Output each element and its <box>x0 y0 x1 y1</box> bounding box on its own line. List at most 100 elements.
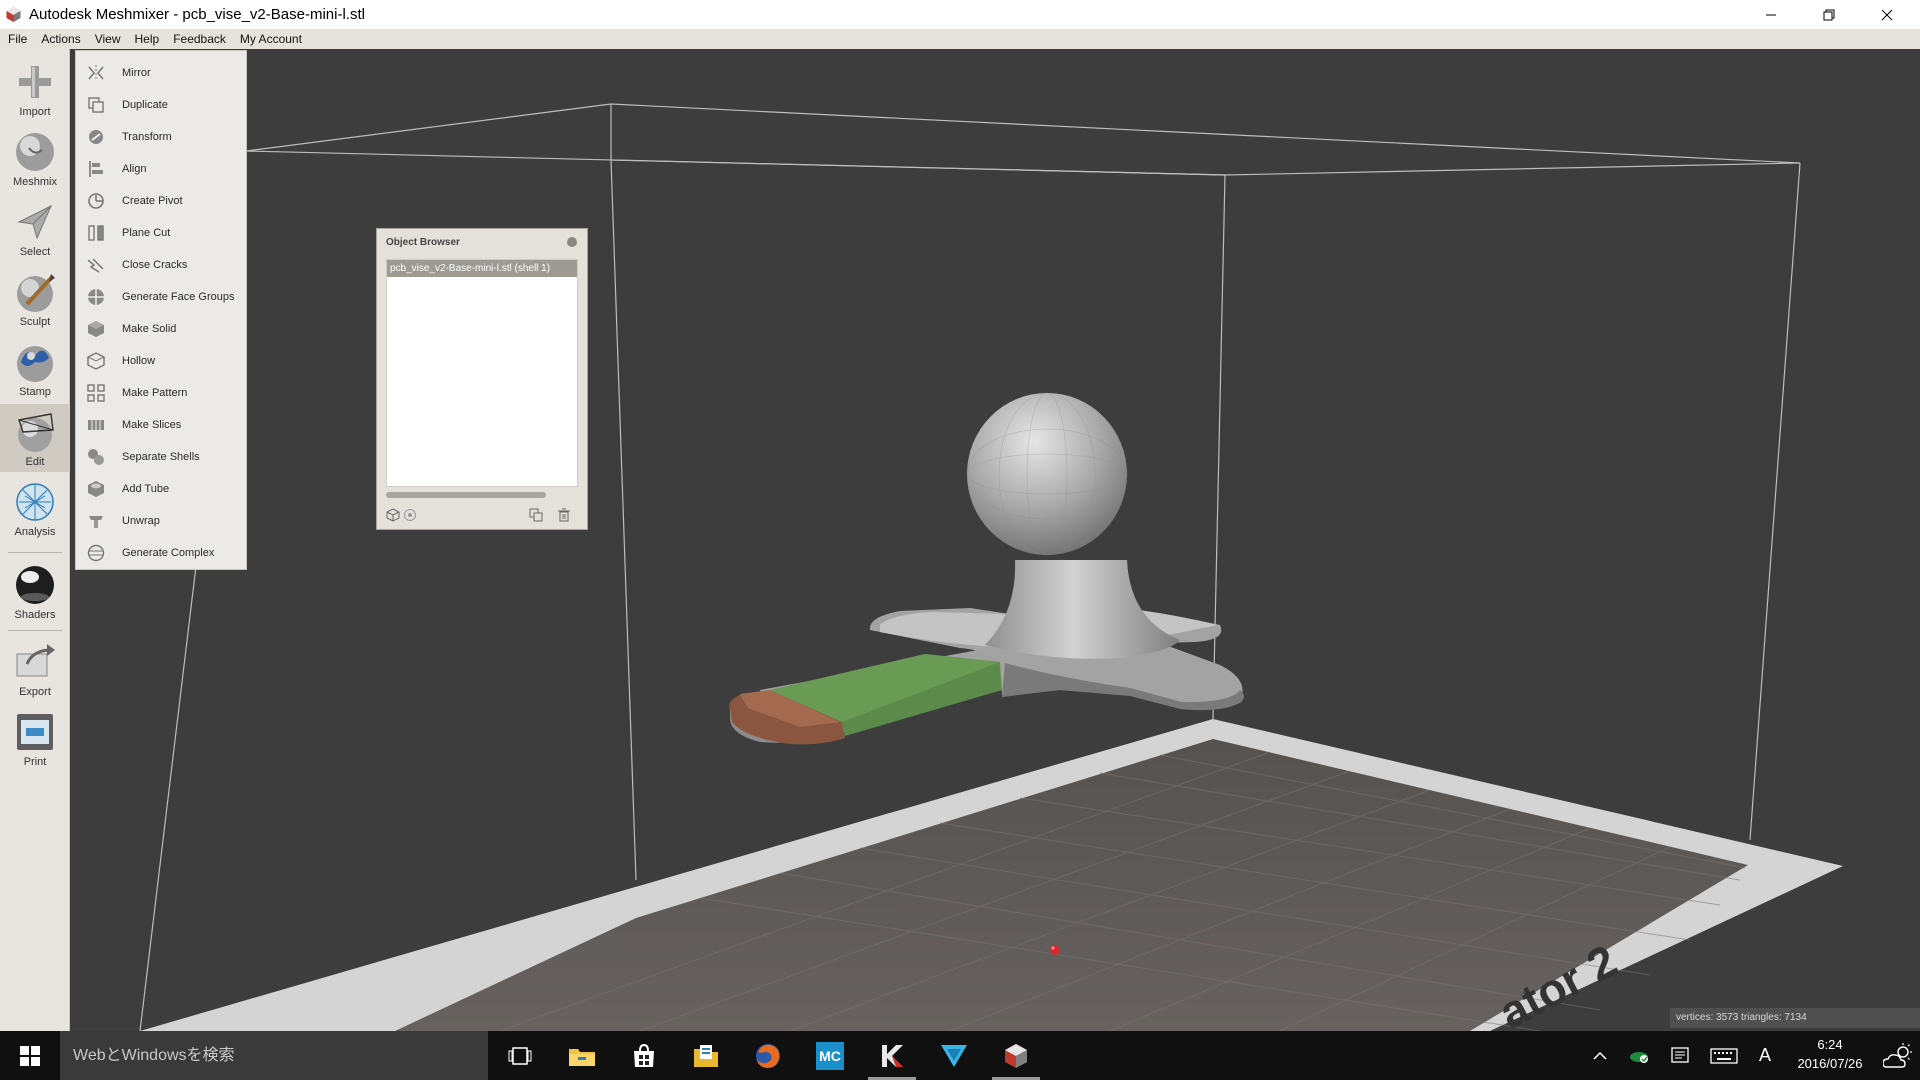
tool-meshmix[interactable]: Meshmix <box>0 124 70 192</box>
meshmixer-taskbar-button[interactable] <box>986 1031 1046 1080</box>
kaspersky-tray-button[interactable] <box>1626 1031 1654 1080</box>
taskbar-search[interactable]: WebとWindowsを検索 <box>60 1031 488 1080</box>
start-button[interactable] <box>0 1031 60 1080</box>
tool-stamp-label: Stamp <box>19 386 51 398</box>
kaspersky-button[interactable] <box>862 1031 922 1080</box>
file-explorer-button[interactable] <box>552 1031 612 1080</box>
menu-item-label: Add Tube <box>122 483 170 495</box>
menu-my-account[interactable]: My Account <box>233 29 309 49</box>
edit-icon <box>18 413 54 452</box>
menu-item-label: Mirror <box>122 67 151 79</box>
tool-import[interactable]: Import <box>0 54 70 122</box>
menu-item-duplicate[interactable]: Duplicate <box>76 89 246 121</box>
windows-icon <box>20 1045 40 1066</box>
close-cracks-icon <box>87 258 104 273</box>
toolbar-divider <box>8 552 62 553</box>
restore-button[interactable] <box>1800 0 1858 29</box>
analysis-icon <box>16 483 54 521</box>
face-groups-icon <box>88 289 104 305</box>
menu-item-plane-cut[interactable]: Plane Cut <box>76 217 246 249</box>
object-list-scrollbar[interactable] <box>386 492 546 498</box>
tool-edit-label: Edit <box>25 456 45 468</box>
menu-item-transform[interactable]: Transform <box>76 121 246 153</box>
tool-stamp[interactable]: Stamp <box>0 334 70 402</box>
object-browser-close-button[interactable] <box>567 237 577 247</box>
generate-complex-icon <box>87 544 105 562</box>
menu-item-label: Make Slices <box>122 419 182 431</box>
menu-item-create-pivot[interactable]: Create Pivot <box>76 185 246 217</box>
file-explorer-icon <box>569 1048 595 1066</box>
tool-sculpt[interactable]: Sculpt <box>0 264 70 332</box>
close-button[interactable] <box>1858 0 1916 29</box>
minimize-button[interactable] <box>1742 0 1800 29</box>
ime-indicator[interactable]: A <box>1752 1031 1778 1080</box>
menu-item-align[interactable]: Align <box>76 153 246 185</box>
store-button[interactable] <box>614 1031 674 1080</box>
chevron-up-icon <box>1593 1051 1607 1060</box>
menu-item-label: Unwrap <box>122 515 160 527</box>
mirror-icon <box>88 65 104 81</box>
menu-item-make-solid[interactable]: Make Solid <box>76 313 246 345</box>
weather-icon <box>1883 1042 1912 1068</box>
taskbar-clock[interactable]: 6:24 2016/07/26 <box>1782 1035 1878 1073</box>
menu-item-label: Separate Shells <box>122 451 200 463</box>
weather-tray-button[interactable] <box>1880 1031 1916 1080</box>
menu-item-generate-complex[interactable]: Generate Complex <box>76 537 246 569</box>
menu-item-close-cracks[interactable]: Close Cracks <box>76 249 246 281</box>
menu-actions[interactable]: Actions <box>34 29 87 49</box>
meshmixer-icon <box>1005 1043 1027 1068</box>
duplicate-object-icon[interactable] <box>529 508 543 522</box>
show-hidden-icons-button[interactable] <box>1588 1031 1612 1080</box>
menu-item-label: Align <box>122 163 147 175</box>
tool-edit[interactable]: Edit <box>0 404 70 472</box>
object-mesh-icon[interactable] <box>386 508 400 522</box>
touch-keyboard-button[interactable] <box>1708 1031 1740 1080</box>
pivot-point[interactable] <box>1050 945 1060 955</box>
object-list: pcb_vise_v2-Base-mini-l.stl (shell 1) <box>386 259 578 487</box>
tool-analysis[interactable]: Analysis <box>0 474 70 542</box>
task-view-button[interactable] <box>490 1031 550 1080</box>
left-toolbar: Import Meshmix Select Sculpt Stamp Edit … <box>0 49 70 1031</box>
stamp-icon <box>17 346 53 382</box>
tool-shaders[interactable]: Shaders <box>0 557 70 625</box>
separate-shells-icon <box>88 449 104 465</box>
mesh-model[interactable] <box>729 392 1245 745</box>
tool-export[interactable]: Export <box>0 634 70 702</box>
mesh-stats: vertices: 3573 triangles: 7134 <box>1670 1008 1920 1028</box>
action-center-button[interactable] <box>1666 1031 1694 1080</box>
firefox-button[interactable] <box>738 1031 798 1080</box>
make-solid-icon <box>88 321 104 337</box>
menu-item-generate-face-groups[interactable]: Generate Face Groups <box>76 281 246 313</box>
object-visibility-icon[interactable] <box>403 508 417 522</box>
menu-item-mirror[interactable]: Mirror <box>76 57 246 89</box>
menu-item-unwrap[interactable]: Unwrap <box>76 505 246 537</box>
meshmixer-window: Autodesk Meshmixer - pcb_vise_v2-Base-mi… <box>0 0 1920 1080</box>
create-pivot-icon <box>88 193 104 209</box>
tool-print[interactable]: Print <box>0 704 70 772</box>
menu-item-hollow[interactable]: Hollow <box>76 345 246 377</box>
duplicate-icon <box>88 97 104 113</box>
menu-item-label: Create Pivot <box>122 195 183 207</box>
windows-taskbar: WebとWindowsを検索 MC A 6:24 2016/07/26 <box>0 1031 1920 1080</box>
title-bar: Autodesk Meshmixer - pcb_vise_v2-Base-mi… <box>0 0 1920 29</box>
menu-file[interactable]: File <box>0 29 34 49</box>
clock-time: 6:24 <box>1817 1037 1843 1052</box>
menu-view[interactable]: View <box>88 29 128 49</box>
object-browser-panel: Object Browser pcb_vise_v2-Base-mini-l.s… <box>376 228 588 530</box>
menu-item-separate-shells[interactable]: Separate Shells <box>76 441 246 473</box>
tool-select[interactable]: Select <box>0 194 70 262</box>
menu-help[interactable]: Help <box>128 29 167 49</box>
menu-item-make-pattern[interactable]: Make Pattern <box>76 377 246 409</box>
folder-app-button[interactable] <box>676 1031 736 1080</box>
menu-item-add-tube[interactable]: Add Tube <box>76 473 246 505</box>
object-row[interactable]: pcb_vise_v2-Base-mini-l.stl (shell 1) <box>387 260 577 277</box>
menu-item-make-slices[interactable]: Make Slices <box>76 409 246 441</box>
mc-app-button[interactable]: MC <box>800 1031 860 1080</box>
window-title: Autodesk Meshmixer - pcb_vise_v2-Base-mi… <box>29 6 365 23</box>
notifications-icon <box>1671 1046 1689 1063</box>
menu-feedback[interactable]: Feedback <box>166 29 233 49</box>
v-app-button[interactable] <box>924 1031 984 1080</box>
delete-object-icon[interactable] <box>557 508 571 522</box>
make-slices-icon <box>88 420 104 430</box>
3d-viewport[interactable]: ator 2 <box>70 49 1920 1031</box>
